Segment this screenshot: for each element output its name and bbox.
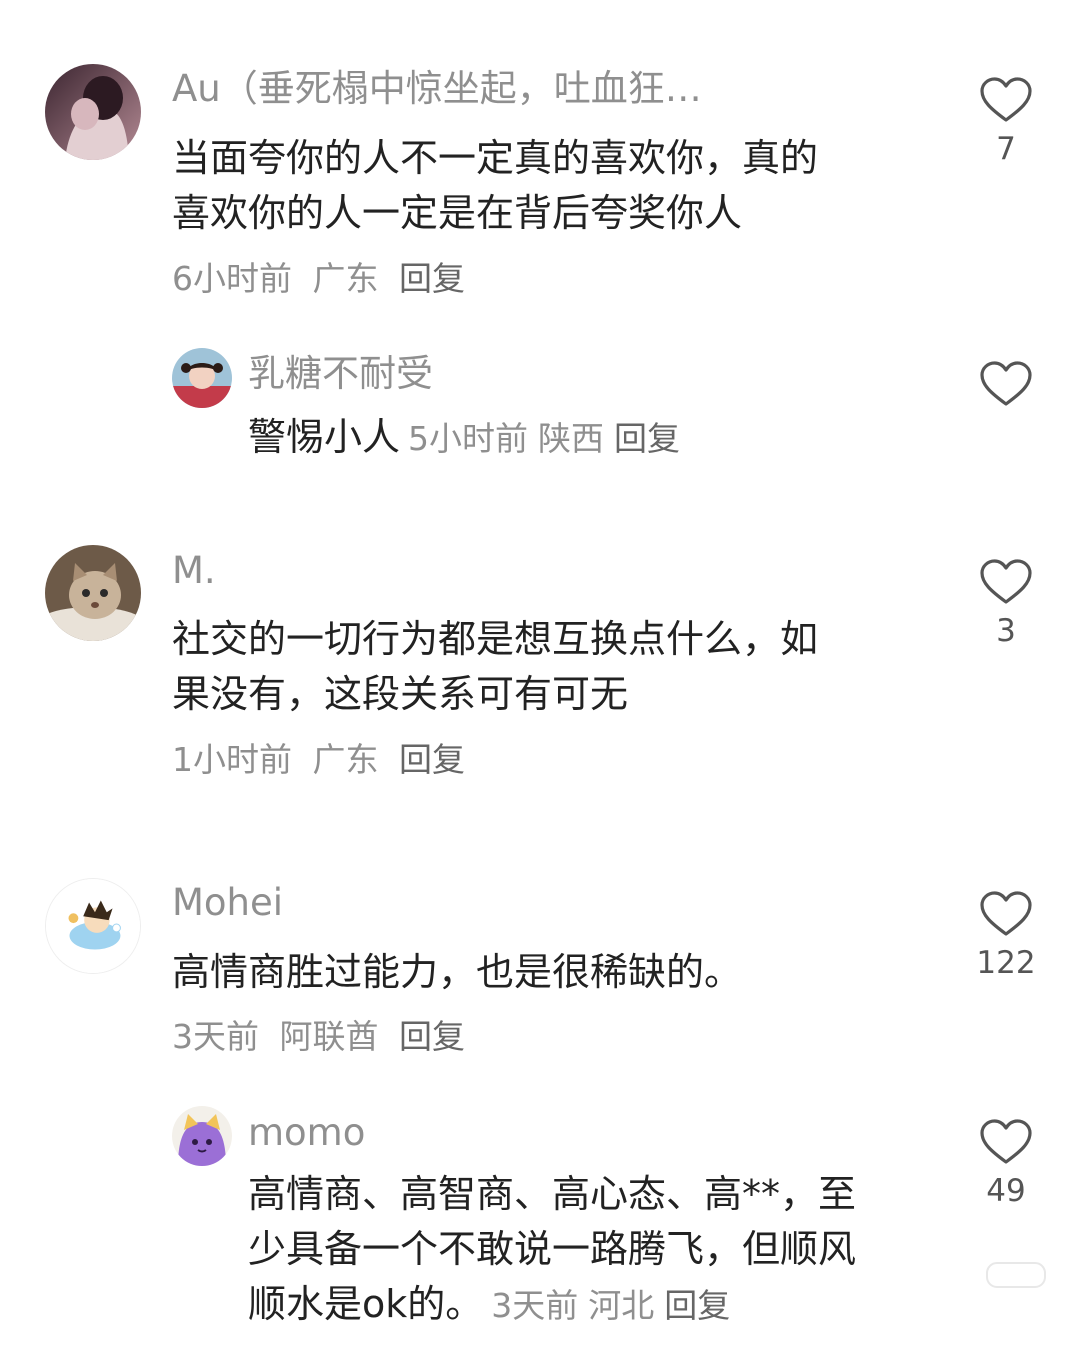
cat-photo-avatar-image <box>45 545 141 641</box>
timestamp: 3天前 <box>491 1286 579 1325</box>
comment-meta: 3天前 阿联酋 回复 <box>172 1020 475 1053</box>
avatar[interactable] <box>172 1106 232 1166</box>
username[interactable]: momo <box>248 1114 365 1151</box>
username[interactable]: Au（垂死榻中惊坐起，吐血狂… <box>172 70 702 107</box>
reply-button[interactable]: 回复 <box>399 740 465 779</box>
reply-text: 警惕小人 5小时前 陕西 回复 <box>248 410 948 466</box>
location: 阿联酋 <box>279 1017 379 1056</box>
comment-meta: 6小时前 广东 回复 <box>172 262 475 295</box>
heart-outline-icon <box>980 559 1032 604</box>
like-button[interactable]: 3 <box>966 558 1046 647</box>
reply-text-content: 警惕小人 <box>248 415 401 459</box>
comment-text: 社交的一切行为都是想互换点什么，如 果没有，这段关系可有可无 <box>172 612 892 722</box>
like-count: 122 <box>976 945 1036 981</box>
comment-meta: 1小时前 广东 回复 <box>172 743 475 776</box>
comment-text-line: 当面夸你的人不一定真的喜欢你，真的 <box>172 136 819 180</box>
cartoon-bath-avatar-image <box>46 879 140 973</box>
username[interactable]: 乳糖不耐受 <box>248 355 433 392</box>
like-count: 7 <box>996 131 1016 167</box>
comment-text-line: 喜欢你的人一定是在背后夸奖你人 <box>172 191 743 235</box>
reply-text: 高情商、高智商、高心态、高**，至 少具备一个不敢说一路腾飞，但顺风 顺水是ok… <box>248 1167 948 1333</box>
like-button[interactable]: 49 <box>966 1118 1046 1207</box>
reply-text-line: 高情商、高智商、高心态、高**，至 <box>248 1172 857 1216</box>
reply-text-content: 顺水是ok的。 <box>248 1282 484 1326</box>
avatar[interactable] <box>172 348 232 408</box>
heart-outline-icon <box>980 361 1032 406</box>
reply-meta: 3天前 河北 回复 <box>491 1286 740 1325</box>
dark-illustrated-avatar-image <box>45 64 141 160</box>
reply-button[interactable]: 回复 <box>399 259 465 298</box>
avatar[interactable] <box>45 545 141 641</box>
timestamp: 5小时前 <box>408 419 529 458</box>
avatar[interactable] <box>45 64 141 160</box>
girl-photo-avatar-image <box>172 348 232 408</box>
like-button[interactable]: 122 <box>966 890 1046 979</box>
like-count: 49 <box>986 1173 1026 1209</box>
comment-text: 高情商胜过能力，也是很稀缺的。 <box>172 945 892 1000</box>
purple-cat-avatar-image <box>172 1106 232 1166</box>
username[interactable]: M. <box>172 552 216 589</box>
username[interactable]: Mohei <box>172 884 283 921</box>
like-button[interactable] <box>966 360 1046 408</box>
location: 广东 <box>312 259 379 298</box>
like-button[interactable]: 7 <box>966 76 1046 165</box>
heart-outline-icon <box>980 891 1032 936</box>
heart-outline-icon <box>980 1119 1032 1164</box>
comment-text-line: 果没有，这段关系可有可无 <box>172 672 629 716</box>
timestamp: 6小时前 <box>172 259 292 298</box>
avatar[interactable] <box>45 878 141 974</box>
like-count: 3 <box>996 613 1016 649</box>
timestamp: 3天前 <box>172 1017 259 1056</box>
comment-text: 当面夸你的人不一定真的喜欢你，真的 喜欢你的人一定是在背后夸奖你人 <box>172 131 892 241</box>
location: 河北 <box>588 1286 655 1325</box>
reply-text-line: 顺水是ok的。 3天前 河北 回复 <box>248 1277 948 1333</box>
comment-text-line: 社交的一切行为都是想互换点什么，如 <box>172 617 819 661</box>
timestamp: 1小时前 <box>172 740 292 779</box>
location: 广东 <box>312 740 379 779</box>
reply-button[interactable]: 回复 <box>614 419 680 458</box>
comment-text-line: 高情商胜过能力，也是很稀缺的。 <box>172 950 743 994</box>
heart-outline-icon <box>980 77 1032 122</box>
reply-button[interactable]: 回复 <box>399 1017 465 1056</box>
reply-meta: 5小时前 陕西 回复 <box>408 419 690 458</box>
watermark-badge <box>986 1262 1046 1288</box>
location: 陕西 <box>538 419 605 458</box>
reply-button[interactable]: 回复 <box>664 1286 730 1325</box>
reply-text-line: 少具备一个不敢说一路腾飞，但顺风 <box>248 1227 857 1271</box>
